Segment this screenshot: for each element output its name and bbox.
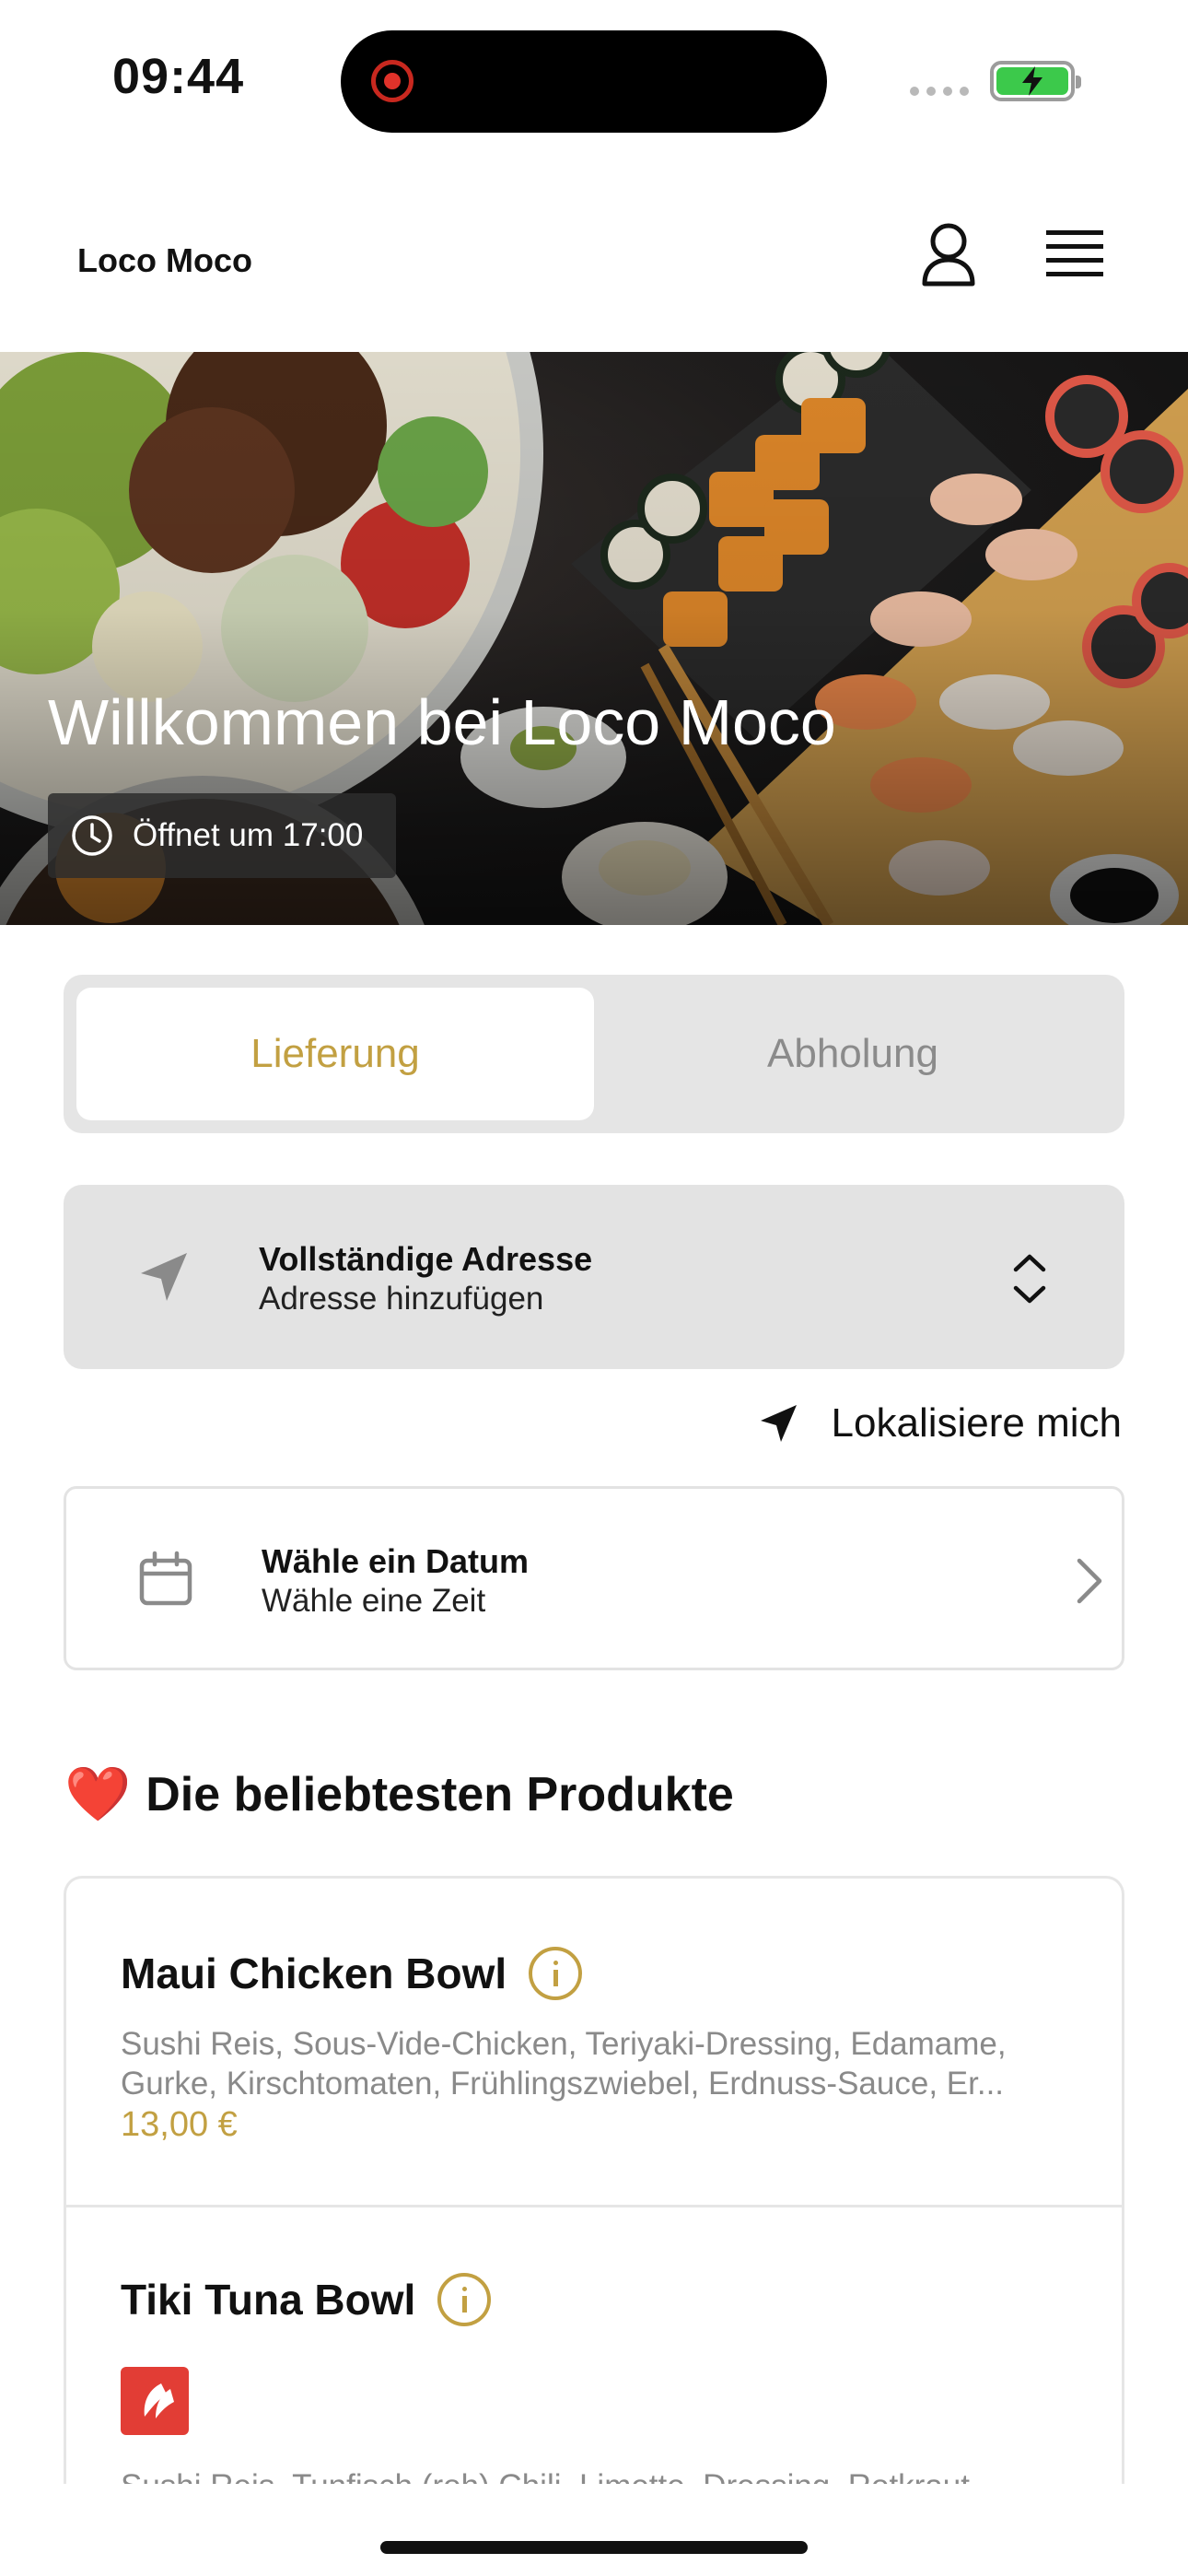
product-item[interactable]: Maui Chicken Bowl Sushi Reis, Sous-Vide-…	[66, 1947, 1122, 2145]
hero-banner: Willkommen bei Loco Moco Öffnet um 17:00	[0, 352, 1188, 925]
dynamic-island	[341, 30, 827, 133]
brand-name[interactable]: Loco Moco	[77, 241, 252, 280]
date-time-selector[interactable]: Wähle ein Datum Wähle eine Zeit	[64, 1486, 1124, 1670]
product-name: Maui Chicken Bowl	[121, 1950, 507, 1997]
product-description: Sushi Reis, Tunfisch (roh) Chili, Limett…	[121, 2468, 1122, 2484]
date-title: Wähle ein Datum	[262, 1542, 530, 1580]
account-button[interactable]	[912, 219, 985, 293]
opening-hours-text: Öffnet um 17:00	[133, 817, 364, 853]
menu-button[interactable]	[1037, 223, 1111, 293]
navigation-arrow-icon	[141, 1253, 187, 1301]
hamburger-menu-icon	[1046, 230, 1103, 276]
chili-spicy-icon	[121, 2367, 189, 2435]
address-subtitle: Adresse hinzufügen	[259, 1281, 544, 1317]
popular-products-heading: ❤️ Die beliebtesten Produkte	[64, 1767, 734, 1822]
address-selector[interactable]: Vollständige Adresse Adresse hinzufügen	[64, 1185, 1124, 1369]
app-header: Loco Moco	[0, 157, 1188, 352]
locate-me-label: Lokalisiere mich	[831, 1400, 1122, 1446]
cellular-signal-icon	[910, 87, 969, 96]
info-icon[interactable]	[437, 2273, 492, 2326]
product-description: Sushi Reis, Sous-Vide-Chicken, Teriyaki-…	[121, 2026, 1007, 2102]
locate-me-button[interactable]: Lokalisiere mich	[758, 1400, 1122, 1446]
hero-title: Willkommen bei Loco Moco	[48, 686, 836, 758]
status-time: 09:44	[112, 49, 245, 104]
tab-pickup[interactable]: Abholung	[594, 988, 1112, 1120]
address-title: Vollständige Adresse	[259, 1240, 593, 1278]
info-icon[interactable]	[529, 1947, 583, 2000]
user-icon	[922, 223, 975, 287]
clock-icon	[72, 815, 112, 856]
tab-delivery[interactable]: Lieferung	[76, 988, 594, 1120]
home-indicator[interactable]	[380, 2541, 808, 2554]
time-subtitle: Wähle eine Zeit	[262, 1583, 486, 1619]
battery-icon	[990, 61, 1081, 101]
popular-products-list: Maui Chicken Bowl Sushi Reis, Sous-Vide-…	[64, 1876, 1124, 2484]
location-arrow-icon	[760, 1405, 797, 1442]
order-mode-toggle: Lieferung Abholung	[64, 975, 1124, 1133]
chevron-right-icon	[1077, 1558, 1102, 1604]
divider	[66, 2205, 1122, 2207]
heart-icon: ❤️	[64, 1764, 132, 1824]
opening-hours-badge: Öffnet um 17:00	[48, 793, 397, 878]
recording-indicator-icon	[371, 60, 413, 102]
product-price: 13,00 €	[121, 2105, 238, 2144]
status-bar: 09:44	[0, 0, 1188, 157]
calendar-icon	[139, 1551, 192, 1606]
product-item[interactable]: Tiki Tuna Bowl Sushi Reis, Tunfisch (roh…	[66, 2273, 1122, 2484]
charging-bolt-icon	[1022, 66, 1042, 96]
product-name: Tiki Tuna Bowl	[121, 2276, 416, 2324]
popular-products-title: Die beliebtesten Produkte	[146, 1768, 734, 1821]
chevron-up-down-icon	[1013, 1254, 1046, 1304]
